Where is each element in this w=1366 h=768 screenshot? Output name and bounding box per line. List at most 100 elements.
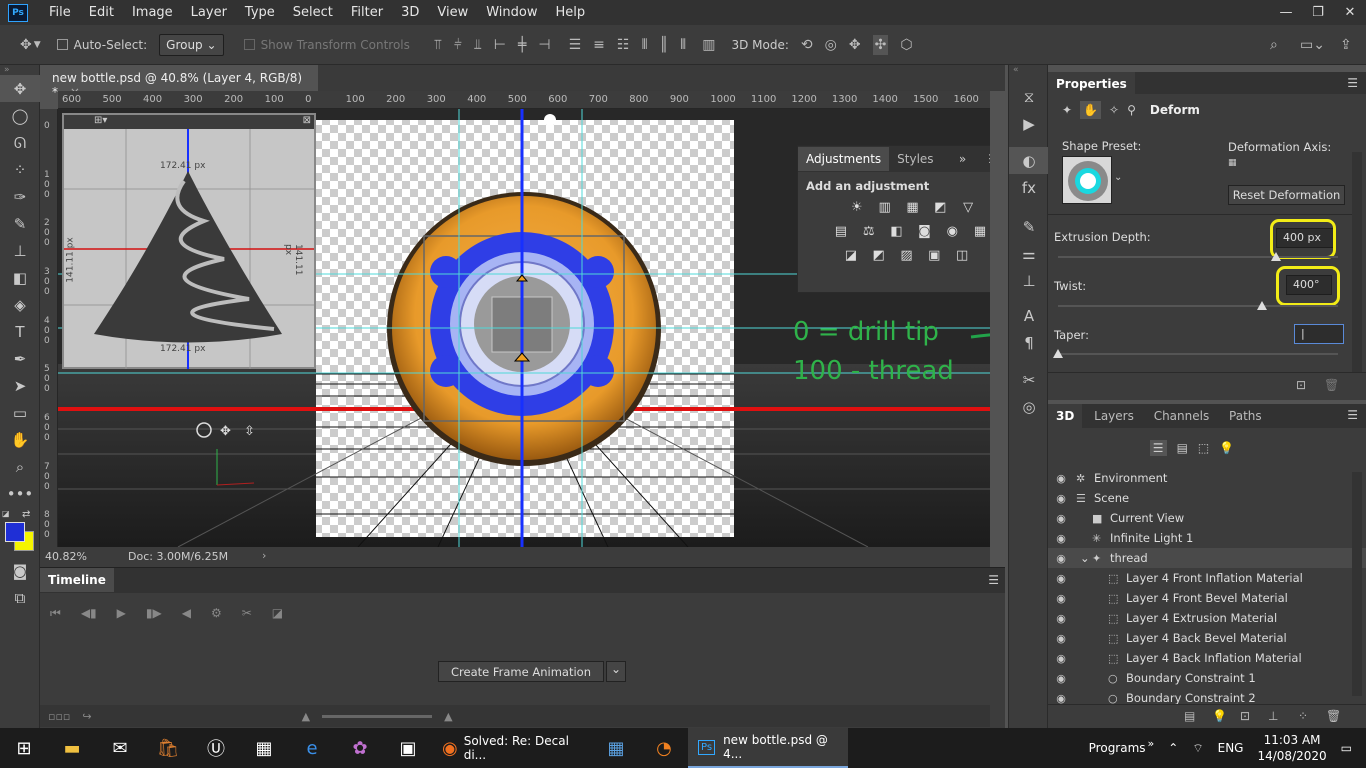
- 3d-panel-menu-icon[interactable]: ☰: [1347, 408, 1358, 422]
- visibility-eye-icon[interactable]: ◉: [1054, 632, 1068, 645]
- tray-up-icon[interactable]: ⌃: [1168, 741, 1178, 755]
- distribute-bottom-icon[interactable]: ☷: [617, 37, 630, 53]
- channel-mixer-icon[interactable]: ◉: [942, 222, 962, 240]
- path-select-tool-icon[interactable]: ➤: [0, 372, 40, 399]
- paint-bucket-tool-icon[interactable]: ◈: [0, 291, 40, 318]
- programs-chevron[interactable]: »: [1148, 737, 1155, 750]
- preview-window[interactable]: ⊞▾ ⊠ 172.41 px 172.41 px 141.11 px 141.1…: [62, 113, 316, 369]
- tab-3d[interactable]: 3D: [1048, 404, 1083, 428]
- settings-gear-icon[interactable]: ⚙: [211, 606, 222, 620]
- document-tab[interactable]: new bottle.psd @ 40.8% (Layer 4, RGB/8) …: [40, 65, 318, 99]
- shape-preset-thumbnail[interactable]: [1062, 156, 1112, 204]
- visibility-eye-icon[interactable]: ◉: [1054, 492, 1068, 505]
- lights-filter-icon[interactable]: 💡: [1219, 441, 1234, 455]
- tab-channels[interactable]: Channels: [1146, 404, 1218, 428]
- brush-tool-icon[interactable]: ✎: [0, 210, 40, 237]
- align-left-icon[interactable]: ⊢: [494, 37, 506, 53]
- brush-settings-icon[interactable]: ✎: [1009, 213, 1049, 240]
- twist-slider-thumb[interactable]: [1257, 301, 1268, 310]
- menu-select[interactable]: Select: [284, 0, 342, 25]
- drag-3d-icon[interactable]: ✥: [849, 37, 861, 53]
- preview-camera-icon[interactable]: ⊞▾: [94, 115, 107, 126]
- coordinates-icon[interactable]: ⚲: [1127, 103, 1136, 117]
- visibility-eye-icon[interactable]: ◉: [1054, 472, 1068, 485]
- transition-icon[interactable]: ◪: [272, 606, 283, 620]
- auto-select-dropdown[interactable]: Group ⌄: [159, 33, 224, 56]
- tab-layers[interactable]: Layers: [1086, 404, 1142, 428]
- zoom-level[interactable]: 40.82%: [45, 550, 87, 563]
- convert-icon[interactable]: ↪: [82, 710, 91, 723]
- scene-tree-item[interactable]: ◉ ○ Boundary Constraint 1: [1048, 668, 1366, 688]
- visibility-eye-icon[interactable]: ◉: [1054, 592, 1068, 605]
- clone-source-icon[interactable]: ⊥: [1009, 267, 1049, 294]
- menu-type[interactable]: Type: [236, 0, 284, 25]
- vibrance-icon[interactable]: ▽: [958, 198, 978, 216]
- color-lookup-icon[interactable]: ▦: [970, 222, 990, 240]
- share-icon[interactable]: ⇪: [1340, 37, 1352, 53]
- new-light-icon[interactable]: 💡: [1212, 709, 1227, 723]
- clock[interactable]: 11:03 AM 14/08/2020: [1257, 732, 1326, 764]
- move-to-ground-icon[interactable]: ⊥: [1268, 709, 1278, 723]
- menu-help[interactable]: Help: [547, 0, 595, 25]
- pen-tool-icon[interactable]: ✒: [0, 345, 40, 372]
- scene-tree-item[interactable]: ◉ ✲ Environment: [1048, 468, 1366, 488]
- default-colors-icon[interactable]: ◪: [2, 509, 12, 519]
- next-frame-icon[interactable]: ▮▶: [146, 606, 162, 620]
- selective-color-icon[interactable]: ▣: [924, 246, 944, 264]
- constraints-icon[interactable]: ⁘: [1298, 709, 1308, 723]
- distribute-right-icon[interactable]: ⦀: [680, 37, 686, 53]
- taper-slider-track[interactable]: [1058, 353, 1338, 355]
- whole-scene-filter-icon[interactable]: ☰: [1149, 440, 1167, 456]
- twist-slider-track[interactable]: [1058, 305, 1338, 307]
- programs-toolbar[interactable]: Programs: [1089, 741, 1146, 755]
- scene-tree-item[interactable]: ◉ ⬚ Layer 4 Front Bevel Material: [1048, 588, 1366, 608]
- mesh-icon[interactable]: ✦: [1062, 103, 1072, 117]
- roll-3d-icon[interactable]: ◎: [825, 37, 837, 53]
- properties-sliders-icon[interactable]: ⚌: [1009, 240, 1049, 267]
- language-indicator[interactable]: ENG: [1218, 741, 1244, 755]
- gradient-map-icon[interactable]: ◫: [952, 246, 972, 264]
- tab-adjustments[interactable]: Adjustments: [798, 147, 890, 171]
- zoom-tool-icon[interactable]: ⌕: [0, 453, 40, 480]
- properties-scrollbar[interactable]: [1352, 152, 1362, 372]
- swap-colors-icon[interactable]: ⇄: [22, 509, 30, 520]
- align-right-icon[interactable]: ⊣: [538, 37, 550, 53]
- quick-mask-icon[interactable]: ◙: [0, 557, 40, 584]
- taskbar-firefox[interactable]: ◉ Solved: Re: Decal di...: [432, 728, 592, 768]
- photos-icon[interactable]: ▣: [384, 728, 432, 768]
- zoom-in-icon[interactable]: ▲: [444, 710, 452, 723]
- zoom-out-icon[interactable]: ▲: [302, 710, 310, 723]
- scene-tree-item[interactable]: ◉ ⬚ Layer 4 Front Inflation Material: [1048, 568, 1366, 588]
- visibility-eye-icon[interactable]: ◉: [1054, 572, 1068, 585]
- scene-tree-item[interactable]: ◉ ⬚ Layer 4 Back Inflation Material: [1048, 648, 1366, 668]
- scene-tree-item[interactable]: ◉ ☰ Scene: [1048, 488, 1366, 508]
- start-icon[interactable]: ⊞: [0, 728, 48, 768]
- actions-play-icon[interactable]: ▶: [1009, 110, 1049, 137]
- delete-object-icon[interactable]: 🗑: [1326, 709, 1341, 723]
- panel-expand-icon[interactable]: »: [959, 152, 966, 166]
- new-mesh-icon[interactable]: ▤: [1184, 709, 1195, 723]
- menu-edit[interactable]: Edit: [80, 0, 123, 25]
- invert-icon[interactable]: ◪: [841, 246, 861, 264]
- distribute-left-icon[interactable]: ⦀: [641, 37, 647, 53]
- hand-tool-icon[interactable]: ✋: [0, 426, 40, 453]
- slide-3d-icon[interactable]: ✣: [872, 34, 889, 55]
- menu-image[interactable]: Image: [123, 0, 182, 25]
- file-explorer-icon[interactable]: ▬: [48, 728, 96, 768]
- unreal-icon[interactable]: Ⓤ: [192, 728, 240, 768]
- menu-view[interactable]: View: [428, 0, 477, 25]
- preset-dropdown-icon[interactable]: ⌄: [1114, 172, 1122, 183]
- black-white-icon[interactable]: ◧: [887, 222, 907, 240]
- more-tools-icon[interactable]: •••: [0, 480, 40, 507]
- search-icon[interactable]: ⌕: [1270, 37, 1278, 53]
- distribute-top-icon[interactable]: ☰: [569, 37, 582, 53]
- align-hcenter-icon[interactable]: ╪: [518, 37, 526, 53]
- reset-deformation-button[interactable]: Reset Deformation: [1228, 185, 1345, 205]
- taskbar-photoshop[interactable]: Ps new bottle.psd @ 4...: [688, 728, 848, 768]
- visibility-eye-icon[interactable]: ◉: [1054, 612, 1068, 625]
- render-icon[interactable]: ⊡: [1296, 378, 1306, 392]
- panel-collapse-icon[interactable]: »: [0, 65, 39, 75]
- play-icon[interactable]: ▶: [117, 606, 126, 620]
- new-material-icon[interactable]: ⊡: [1240, 709, 1250, 723]
- hue-saturation-icon[interactable]: ▤: [831, 222, 851, 240]
